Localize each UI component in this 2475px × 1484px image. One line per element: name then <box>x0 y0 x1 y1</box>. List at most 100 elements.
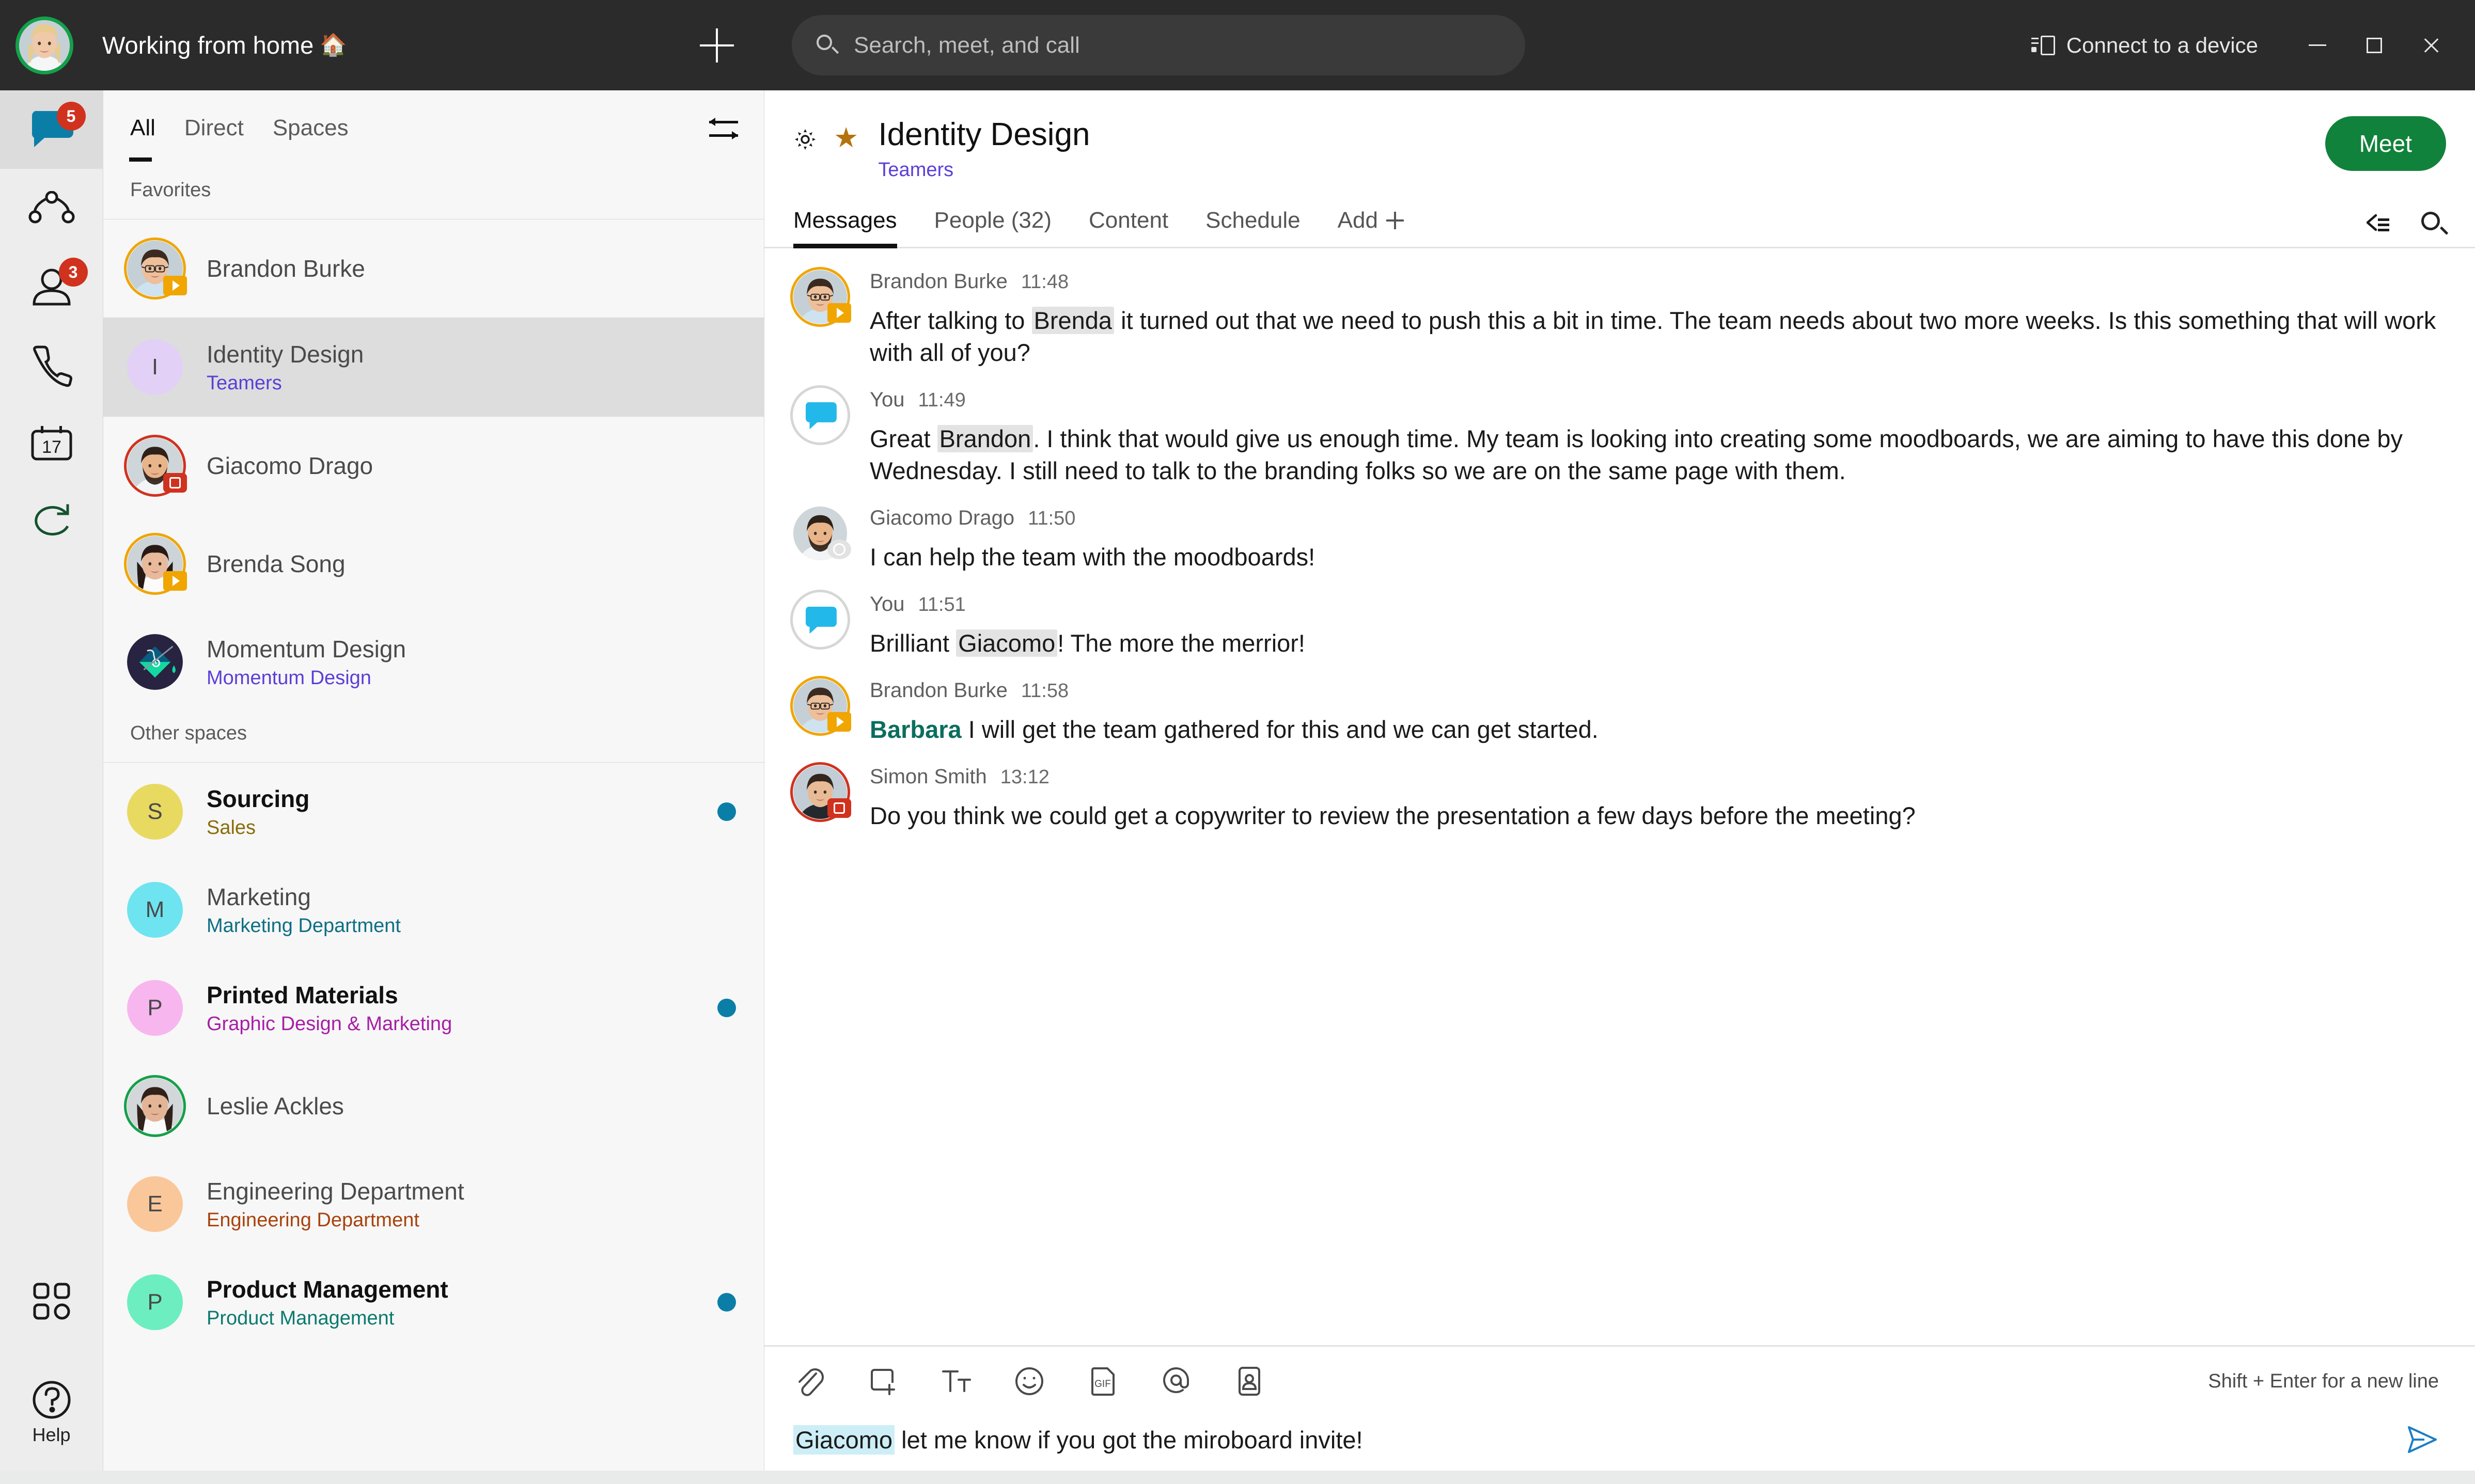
search-placeholder: Search, meet, and call <box>854 33 1080 58</box>
help-button[interactable]: Help <box>32 1380 72 1446</box>
message-text: I can help the team with the moodboards! <box>870 541 2439 573</box>
sidebar-item-label: Leslie Ackles <box>207 1092 344 1120</box>
space-header-row: ★ Identity Design Teamers Meet <box>764 101 2475 181</box>
avatar[interactable] <box>793 270 847 324</box>
sidebar-item-printed-materials[interactable]: P Printed Materials Graphic Design & Mar… <box>103 959 764 1057</box>
sidebar-item-momentum-design[interactable]: Momentum Design Momentum Design <box>103 613 764 711</box>
connect-to-device-button[interactable]: Connect to a device <box>2031 33 2258 58</box>
new-item-plus-icon[interactable] <box>700 28 734 62</box>
sidebar-item-brandon-burke[interactable]: Brandon Burke <box>103 219 764 318</box>
minimize-button[interactable] <box>2289 0 2346 90</box>
presence-dnd-icon <box>827 798 851 818</box>
sidebar-item-label: Printed Materials <box>207 981 452 1009</box>
filter-icon[interactable] <box>709 117 738 141</box>
sidebar-item-text: Brenda Song <box>207 550 346 578</box>
sidebar-tab-direct[interactable]: Direct <box>184 115 244 143</box>
space-list-sidebar: All Direct Spaces Favorites Brandon Burk… <box>103 90 764 1471</box>
nav-rail: 5 3 <box>0 90 103 1471</box>
send-icon[interactable] <box>2406 1424 2439 1455</box>
composer-toolbar: GIF Shift + Enter for a new line <box>793 1365 2439 1397</box>
avatar <box>127 438 183 494</box>
sidebar-item-giacomo-drago[interactable]: Giacomo Drago <box>103 417 764 515</box>
message-body: You 11:51 Brilliant Giacomo! The more th… <box>870 593 2439 659</box>
composer-hint: Shift + Enter for a new line <box>2208 1370 2439 1393</box>
message-item: Brandon Burke 11:58 Barbara I will get t… <box>764 679 2475 746</box>
tab-messages[interactable]: Messages <box>793 208 897 247</box>
message-author: Brandon Burke <box>870 270 1008 293</box>
user-avatar[interactable] <box>15 17 73 74</box>
message-time: 13:12 <box>1000 766 1049 788</box>
sidebar-item-text: Identity Design Teamers <box>207 340 364 394</box>
main-panel: ★ Identity Design Teamers Meet Messages … <box>764 90 2475 1471</box>
tab-schedule[interactable]: Schedule <box>1205 208 1300 247</box>
avatar-initial: E <box>127 1176 183 1232</box>
search-icon <box>817 35 838 56</box>
help-circle-icon <box>32 1380 72 1420</box>
mention: Barbara <box>870 716 962 743</box>
rail-item-messaging[interactable]: 5 <box>0 90 103 169</box>
avatar[interactable] <box>793 507 847 560</box>
message-body: Brandon Burke 11:58 Barbara I will get t… <box>870 679 2439 746</box>
sidebar-item-text: Leslie Ackles <box>207 1092 344 1120</box>
app-window: Working from home 🏠 Search, meet, and ca… <box>0 0 2475 1484</box>
status-text-container[interactable]: Working from home 🏠 <box>102 31 347 59</box>
sidebar-section-heading: Other spaces <box>103 711 764 762</box>
sidebar-item-subtitle: Graphic Design & Marketing <box>207 1013 452 1035</box>
sidebar-item-label: Engineering Department <box>207 1177 464 1205</box>
space-team-link[interactable]: Teamers <box>878 159 1090 181</box>
mention-icon[interactable] <box>1160 1365 1192 1397</box>
sidebar-tab-all[interactable]: All <box>130 115 155 143</box>
sidebar-item-text: Brandon Burke <box>207 255 365 282</box>
sidebar-item-engineering-department[interactable]: E Engineering Department Engineering Dep… <box>103 1155 764 1253</box>
reply-thread-icon[interactable] <box>2363 212 2392 236</box>
close-button[interactable] <box>2403 0 2460 90</box>
composer-input[interactable]: Giacomo let me know if you got the mirob… <box>793 1426 2406 1454</box>
message-meta: Brandon Burke 11:48 <box>870 270 2439 293</box>
format-text-icon[interactable] <box>940 1365 972 1397</box>
message-time: 11:48 <box>1021 271 1069 293</box>
add-tab-button[interactable]: Add <box>1338 208 1404 247</box>
attachment-icon[interactable] <box>793 1365 825 1397</box>
svg-text:17: 17 <box>42 437 61 457</box>
meet-button[interactable]: Meet <box>2325 116 2446 171</box>
maximize-icon <box>2367 38 2382 53</box>
avatar[interactable] <box>793 388 847 442</box>
sidebar-item-brenda-song[interactable]: Brenda Song <box>103 515 764 613</box>
bottom-strip <box>0 1471 2475 1484</box>
avatar <box>127 241 183 296</box>
message-item: You 11:49 Great Brandon. I think that wo… <box>764 388 2475 487</box>
rail-item-contacts[interactable]: 3 <box>0 247 103 326</box>
rail-item-meetings[interactable]: 17 <box>0 404 103 483</box>
gear-icon[interactable] <box>793 128 817 151</box>
rail-item-status[interactable] <box>0 483 103 561</box>
sidebar-item-subtitle: Teamers <box>207 372 364 394</box>
gif-icon[interactable]: GIF <box>1087 1365 1119 1397</box>
contact-card-icon[interactable] <box>1233 1365 1265 1397</box>
rail-item-teams[interactable] <box>0 169 103 247</box>
avatar[interactable] <box>793 593 847 646</box>
avatar[interactable] <box>793 679 847 733</box>
search-icon[interactable] <box>2421 212 2446 236</box>
plus-icon <box>1386 212 1404 229</box>
favorite-star-icon[interactable]: ★ <box>834 121 858 154</box>
apps-grid-icon[interactable] <box>33 1282 71 1323</box>
screen-share-icon[interactable] <box>867 1365 899 1397</box>
sidebar-item-text: Product Management Product Management <box>207 1275 448 1330</box>
rail-item-calling[interactable] <box>0 326 103 404</box>
avatar-initial: S <box>127 784 183 840</box>
tab-people[interactable]: People (32) <box>934 208 1052 247</box>
maximize-button[interactable] <box>2346 0 2403 90</box>
sidebar-item-identity-design[interactable]: I Identity Design Teamers <box>103 318 764 416</box>
sidebar-item-sourcing[interactable]: S Sourcing Sales <box>103 763 764 861</box>
sidebar-section-favorites-heading: Favorites <box>103 168 764 219</box>
sidebar-item-subtitle: Marketing Department <box>207 915 401 937</box>
avatar[interactable] <box>793 765 847 819</box>
emoji-icon[interactable] <box>1013 1365 1045 1397</box>
sidebar-item-product-management[interactable]: P Product Management Product Management <box>103 1253 764 1351</box>
sidebar-list: Brandon Burke I Identity Design Teamers <box>103 219 764 1351</box>
tab-content[interactable]: Content <box>1089 208 1168 247</box>
search-input[interactable]: Search, meet, and call <box>792 15 1525 75</box>
sidebar-item-leslie-ackles[interactable]: Leslie Ackles <box>103 1057 764 1155</box>
sidebar-tab-spaces[interactable]: Spaces <box>273 115 349 143</box>
sidebar-item-marketing[interactable]: M Marketing Marketing Department <box>103 861 764 959</box>
